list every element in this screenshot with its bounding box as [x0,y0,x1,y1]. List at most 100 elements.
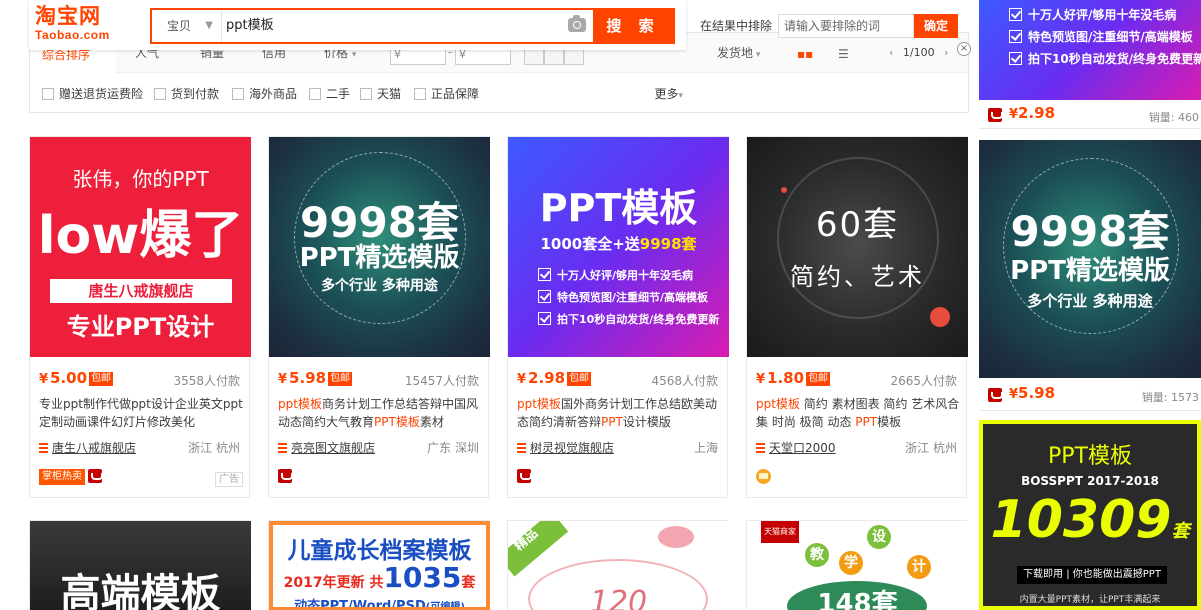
filter-row: 赠送退货运费险 货到付款 海外商品 二手 天猫 正品保障 更多▾ [30,81,968,107]
tmall-icon[interactable] [278,469,293,483]
badges [517,469,532,485]
logo-text: 淘宝网 [35,4,101,28]
product-card[interactable]: PPT模板 1000套全+送9998套 十万人好评/够用十年没毛病 特色预览图/… [507,136,729,498]
prev-page-icon[interactable]: ‹ [889,46,893,59]
product-title[interactable]: ppt模板商务计划工作总结答辩中国风动态简约大气教育PPT模板素材 [278,395,482,431]
product-card[interactable]: 天猫商家 教 学 设 计 148套 [746,520,968,610]
logo-domain: Taobao.com [35,28,110,42]
badges [278,469,293,485]
filter-genuine[interactable]: 正品保障 [414,85,479,102]
decor-dot [781,187,787,193]
next-page-icon[interactable]: › [944,46,948,59]
product-title[interactable]: 专业ppt制作代做ppt设计企业英文ppt定制动画课件幻灯片修改美化 [39,395,243,431]
chevron-down-icon: ▾ [753,50,761,60]
filter-free-return[interactable]: 赠送退货运费险 [42,85,143,102]
product-image[interactable]: 高端模板 [30,521,251,610]
tmall-icon[interactable] [988,108,1003,122]
crown-icon[interactable] [756,469,771,484]
filter-overseas[interactable]: 海外商品 [232,85,297,102]
filter-secondhand[interactable]: 二手 [309,85,350,102]
shop-link[interactable]: 天堂口2000 [756,439,836,456]
feature-checklist: 十万人好评/够用十年没毛病 特色预览图/注重细节/高端模板 拍下10秒自动发货/… [979,4,1201,70]
side-product-card[interactable]: 9998套 PPT精选模版 多个行业 多种用途 ¥5.98 销量: 1573 [979,140,1201,412]
product-card[interactable]: 儿童成长档案模板 2017年更新 共1035套 动态PPT/Word/PSD(可… [268,520,490,610]
search-input[interactable]: ppt模板 [226,10,566,42]
exclude-confirm-button[interactable]: 确定 [914,14,958,38]
side-product-card[interactable]: 十万人好评/够用十年没毛病 特色预览图/注重细节/高端模板 拍下10秒自动发货/… [979,0,1201,130]
product-image[interactable]: 精品 120 [508,521,729,610]
list-view-icon[interactable]: ☰ [838,47,849,61]
search-category-dropdown[interactable]: 宝贝 ▼ [152,10,222,42]
camera-icon[interactable] [568,15,586,32]
tmall-icon[interactable] [88,469,103,483]
side-product-card[interactable]: PPT模板 BOSSPPT 2017-2018 10309套 下载即用 | 你也… [979,420,1201,610]
product-price: ¥5.98 [1009,384,1056,402]
search-header: 淘宝网 Taobao.com 宝贝 ▼ ppt模板 搜 索 [29,0,686,50]
checkbox-checked-icon [538,290,551,303]
checkbox-checked-icon [538,312,551,325]
product-price: ¥2.98 [1009,104,1056,122]
ship-from-dropdown[interactable]: 发货地 ▾ [705,33,760,73]
checkbox-icon [360,88,372,100]
product-sales: 15457人付款 [404,374,479,388]
product-price: ¥2.98 包邮 [517,369,592,387]
badges [756,469,771,485]
product-price: ¥5.98 包邮 [278,369,353,387]
product-image[interactable]: 十万人好评/够用十年没毛病 特色预览图/注重细节/高端模板 拍下10秒自动发货/… [979,0,1201,100]
search-button[interactable]: 搜 索 [593,10,673,42]
filter-tmall[interactable]: 天猫 [360,85,401,102]
filter-cod[interactable]: 货到付款 [154,85,219,102]
more-filters-button[interactable]: 更多▾ [654,85,683,102]
product-sales: 销量: 460 [1148,111,1199,124]
tmall-icon[interactable] [517,469,532,483]
product-location: 广东 深圳 [427,441,479,455]
product-image[interactable]: PPT模板 BOSSPPT 2017-2018 10309套 下载即用 | 你也… [979,420,1201,610]
checkbox-icon [232,88,244,100]
tmall-icon[interactable] [988,388,1003,402]
close-icon[interactable]: × [957,42,971,56]
checkbox-icon [154,88,166,100]
product-image[interactable]: 儿童成长档案模板 2017年更新 共1035套 动态PPT/Word/PSD(可… [269,521,490,610]
product-image[interactable]: 天猫商家 教 学 设 计 148套 [747,521,968,610]
product-price: ¥5.00 包邮 [39,369,114,387]
pager: ‹ 1/100 › [883,33,955,73]
divider [979,128,1201,129]
shop-icon [756,443,765,453]
product-image[interactable]: 9998套 PPT精选模版 多个行业 多种用途 [269,137,490,357]
product-sales: 2665人付款 [890,374,957,388]
shop-link[interactable]: 树灵视觉旗舰店 [517,439,614,456]
badges: 掌柜热卖 [39,469,103,485]
product-card[interactable]: 精品 120 [507,520,729,610]
product-location: 浙江 杭州 [905,441,957,455]
product-image[interactable]: 张伟，你的PPT low爆了 唐生八戒旗舰店 专业PPT设计 [30,137,251,357]
shop-icon [278,443,287,453]
search-box: 宝贝 ▼ ppt模板 搜 索 [150,8,675,44]
product-card[interactable]: 高端模板 [29,520,251,610]
product-title[interactable]: ppt模板 简约 素材图表 简约 艺术风合集 时尚 极简 动态 PPT模板 [756,395,960,431]
product-card[interactable]: 60套 简约、艺术 ¥1.80 包邮 2665人付款 ppt模板 简约 素材图表 … [746,136,968,498]
exclude-input[interactable]: 请输入要排除的词 [778,14,914,38]
checkbox-icon [309,88,321,100]
product-image[interactable]: 60套 简约、艺术 [747,137,968,357]
chevron-down-icon: ▼ [205,20,213,31]
product-sales: 3558人付款 [173,374,240,388]
product-location: 上海 [693,441,718,455]
divider [979,410,1201,411]
shop-link[interactable]: 亮亮图文旗舰店 [278,439,375,456]
hot-seller-badge[interactable]: 掌柜热卖 [39,469,85,485]
product-price: ¥1.80 包邮 [756,369,831,387]
chevron-down-icon: ▾ [678,91,683,101]
product-card[interactable]: 9998套 PPT精选模版 多个行业 多种用途 ¥5.98 包邮 15457人付款… [268,136,490,498]
grid-view-icon[interactable]: ▪▪ [797,47,813,61]
shop-link[interactable]: 唐生八戒旗舰店 [39,439,136,456]
checkbox-checked-icon [1009,52,1022,65]
decor-flower [658,526,694,548]
product-title[interactable]: ppt模板国外商务计划工作总结欧美动态简约清新答辩PPT设计模版 [517,395,721,431]
product-image[interactable]: 9998套 PPT精选模版 多个行业 多种用途 [979,140,1201,378]
product-sales: 4568人付款 [651,374,718,388]
product-image[interactable]: PPT模板 1000套全+送9998套 十万人好评/够用十年没毛病 特色预览图/… [508,137,729,357]
taobao-logo[interactable]: 淘宝网 Taobao.com [35,4,145,46]
feature-checklist: 十万人好评/够用十年没毛病 特色预览图/注重细节/高端模板 拍下10秒自动发货/… [508,265,729,331]
product-card[interactable]: 张伟，你的PPT low爆了 唐生八戒旗舰店 专业PPT设计 ¥5.00 包邮 3… [29,136,251,498]
decor-dot [930,307,950,327]
